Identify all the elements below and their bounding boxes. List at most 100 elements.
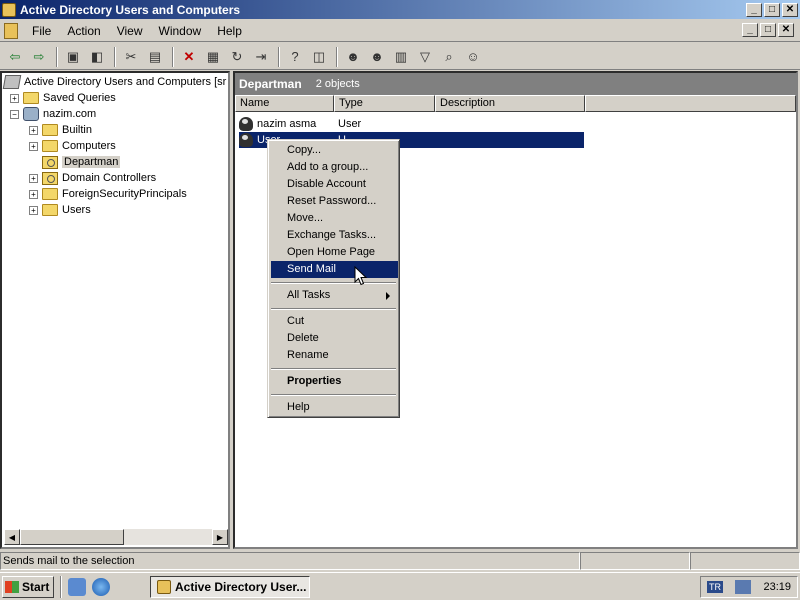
tree-item-builtin[interactable]: + Builtin [29, 122, 92, 138]
collapse-icon[interactable]: − [10, 109, 19, 119]
taskbar-button-ad[interactable]: Active Directory User... [150, 576, 310, 598]
paste-icon[interactable]: ▤ [144, 46, 166, 68]
menu-separator [271, 394, 396, 396]
menu-item-rename[interactable]: Rename [271, 347, 398, 364]
cut-icon[interactable]: ✂ [120, 46, 142, 68]
app-icon [157, 580, 171, 594]
menu-item-cut[interactable]: Cut [271, 313, 398, 330]
status-panel-2 [580, 552, 690, 570]
add-to-group-icon[interactable]: ☺ [462, 46, 484, 68]
status-text: Sends mail to the selection [0, 552, 580, 570]
scroll-thumb[interactable] [20, 529, 124, 545]
network-icon[interactable] [735, 580, 752, 594]
close-button[interactable]: ✕ [782, 2, 798, 17]
status-panel-3 [690, 552, 800, 570]
menu-action[interactable]: Action [59, 24, 108, 38]
submenu-arrow-icon [386, 292, 390, 300]
create-group-icon[interactable]: ☻ [366, 46, 388, 68]
menu-view[interactable]: View [109, 24, 151, 38]
tree-item-saved-queries[interactable]: + Saved Queries [10, 90, 116, 106]
tree-item-users[interactable]: + Users [29, 202, 91, 218]
menu-file[interactable]: File [24, 24, 59, 38]
mdi-minimize-button[interactable]: _ [742, 23, 758, 37]
status-bar: Sends mail to the selection [0, 552, 800, 570]
tree-item-foreign-security-principals[interactable]: + ForeignSecurityPrincipals [29, 186, 187, 202]
language-indicator[interactable]: TR [707, 581, 723, 593]
menu-separator [271, 308, 396, 310]
find-icon[interactable]: ⌕ [438, 46, 460, 68]
properties-icon[interactable]: ▦ [202, 46, 224, 68]
tree-item-domain-controllers[interactable]: + Domain Controllers [29, 170, 156, 186]
minimize-button[interactable]: _ [746, 2, 762, 17]
menu-item-add-to-group[interactable]: Add to a group... [271, 159, 398, 176]
expand-icon[interactable]: + [29, 141, 38, 151]
menu-item-exchange-tasks[interactable]: Exchange Tasks... [271, 227, 398, 244]
tree-root[interactable]: Active Directory Users and Computers [sr [2, 74, 226, 90]
organizational-unit-icon [42, 171, 58, 185]
expand-icon[interactable]: + [29, 125, 38, 135]
column-header-type[interactable]: Type [334, 95, 435, 112]
menu-item-open-home-page[interactable]: Open Home Page [271, 244, 398, 261]
show-desktop-icon[interactable] [68, 577, 86, 596]
tree-item-label: Users [62, 204, 91, 216]
horizontal-scrollbar[interactable]: ◀ ▶ [4, 529, 228, 545]
column-header-description[interactable]: Description [435, 95, 585, 112]
menu-item-disable-account[interactable]: Disable Account [271, 176, 398, 193]
menu-item-all-tasks[interactable]: All Tasks [271, 287, 398, 304]
mdi-restore-button[interactable]: □ [760, 23, 776, 37]
menu-item-send-mail[interactable]: Send Mail [271, 261, 398, 278]
toolbar: ⇦ ⇨ ▣ ◧ ✂ ▤ ✕ ▦ ↻ ⇥ ? ◫ ☻ ☻ ▥ ▽ ⌕ ☺ [0, 44, 800, 70]
console-doc-icon[interactable] [4, 22, 18, 39]
column-headers: Name Type Description [235, 95, 796, 112]
column-header-name[interactable]: Name [235, 95, 334, 112]
expand-icon[interactable]: + [29, 189, 38, 199]
menu-item-reset-password[interactable]: Reset Password... [271, 193, 398, 210]
console-tree-icon[interactable]: ◫ [308, 46, 330, 68]
maximize-button[interactable]: □ [764, 2, 780, 17]
folder-icon [42, 204, 58, 216]
windows-logo-icon [5, 580, 19, 593]
create-ou-icon[interactable]: ▥ [390, 46, 412, 68]
help-icon[interactable]: ? [284, 46, 306, 68]
scroll-left-icon[interactable]: ◀ [4, 529, 20, 545]
export-list-icon[interactable]: ⇥ [250, 46, 272, 68]
expand-icon[interactable]: + [29, 173, 38, 183]
menu-separator [271, 282, 396, 284]
menu-item-move[interactable]: Move... [271, 210, 398, 227]
menu-item-delete[interactable]: Delete [271, 330, 398, 347]
mdi-close-button[interactable]: ✕ [778, 23, 794, 37]
delete-icon[interactable]: ✕ [178, 46, 200, 68]
tree-item-departman[interactable]: Departman [42, 154, 121, 170]
up-folder-icon[interactable]: ▣ [62, 46, 84, 68]
show-hide-tree-icon[interactable]: ◧ [86, 46, 108, 68]
filter-icon[interactable]: ▽ [414, 46, 436, 68]
tree-item-computers[interactable]: + Computers [29, 138, 116, 154]
title-bar[interactable]: Active Directory Users and Computers _ □… [0, 0, 800, 19]
folder-icon [42, 140, 58, 152]
organizational-unit-icon [42, 155, 58, 169]
menu-window[interactable]: Window [151, 24, 210, 38]
column-header-filler [585, 95, 796, 112]
scroll-right-icon[interactable]: ▶ [212, 529, 228, 545]
tree-item-domain[interactable]: − nazim.com [10, 106, 96, 122]
forward-arrow-icon[interactable]: ⇨ [28, 46, 50, 68]
list-item[interactable]: nazim asma User [239, 116, 584, 132]
internet-explorer-icon[interactable] [92, 577, 110, 596]
menu-help[interactable]: Help [209, 24, 250, 38]
object-count: 2 objects [315, 78, 360, 90]
refresh-icon[interactable]: ↻ [226, 46, 248, 68]
back-arrow-icon[interactable]: ⇦ [4, 46, 26, 68]
clock[interactable]: 23:19 [763, 581, 791, 593]
menu-item-properties[interactable]: Properties [271, 373, 398, 390]
tree-item-label: nazim.com [43, 108, 97, 120]
expand-icon[interactable]: + [29, 205, 38, 215]
start-button[interactable]: Start [2, 575, 54, 598]
create-user-icon[interactable]: ☻ [342, 46, 364, 68]
context-menu: Copy... Add to a group... Disable Accoun… [267, 139, 400, 418]
user-icon [239, 117, 253, 131]
tree-item-label: Domain Controllers [62, 172, 157, 184]
menu-item-copy[interactable]: Copy... [271, 142, 398, 159]
expand-icon[interactable]: + [10, 93, 19, 103]
menu-item-help[interactable]: Help [271, 399, 398, 416]
folder-icon [23, 92, 39, 104]
